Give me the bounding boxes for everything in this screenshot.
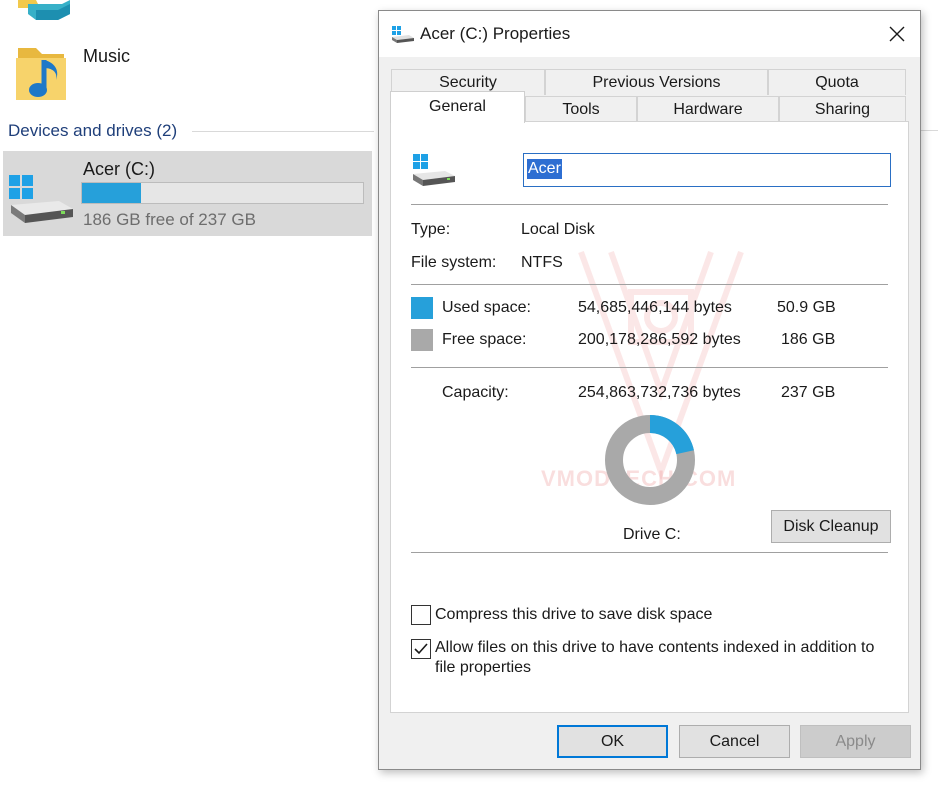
used-space-bytes: 54,685,446,144 bytes — [578, 299, 732, 316]
tab-hardware[interactable]: Hardware — [637, 96, 779, 122]
file-system-value: NTFS — [521, 254, 563, 271]
used-space-gb: 50.9 GB — [777, 299, 836, 316]
capacity-gb: 237 GB — [781, 384, 836, 401]
group-header-divider — [192, 131, 374, 132]
hard-drive-icon — [7, 173, 75, 227]
index-contents-label-line2: file properties — [435, 659, 532, 676]
separator — [411, 552, 888, 553]
drive-large-icon — [411, 152, 457, 190]
separator — [411, 367, 888, 368]
free-space-bytes: 200,178,286,592 bytes — [578, 331, 741, 348]
dialog-title: Acer (C:) Properties — [420, 24, 571, 43]
used-space-swatch — [411, 297, 433, 319]
general-tab-panel: VMODTECH.COM Acer Type: Local Disk File … — [390, 121, 909, 713]
apply-button[interactable]: Apply — [800, 725, 911, 758]
drive-title-icon — [391, 25, 415, 45]
used-space-label: Used space: — [442, 299, 531, 316]
type-label: Type: — [411, 221, 451, 238]
capacity-label: Capacity: — [442, 384, 509, 401]
index-contents-label-line1: Allow files on this drive to have conten… — [435, 639, 875, 656]
drive-free-space-status: 186 GB free of 237 GB — [83, 210, 256, 229]
music-folder-item[interactable]: Music — [8, 36, 308, 106]
separator — [411, 284, 888, 285]
tab-quota[interactable]: Quota — [768, 69, 906, 95]
drive-usage-bar — [81, 182, 364, 204]
type-value: Local Disk — [521, 221, 595, 238]
drive-usage-bar-fill — [82, 183, 141, 203]
drive-properties-dialog: Acer (C:) Properties Security Previous V… — [378, 10, 921, 770]
folder-icon-partial — [18, 0, 70, 20]
cancel-button[interactable]: Cancel — [679, 725, 790, 758]
dialog-titlebar[interactable]: Acer (C:) Properties — [379, 11, 920, 57]
drive-tile-name: Acer (C:) — [83, 159, 155, 179]
ok-button[interactable]: OK — [557, 725, 668, 758]
index-contents-checkbox[interactable] — [411, 639, 431, 659]
divider-line — [920, 130, 938, 131]
file-system-label: File system: — [411, 254, 497, 271]
separator — [411, 204, 888, 205]
tab-tools[interactable]: Tools — [525, 96, 637, 122]
tab-previous-versions[interactable]: Previous Versions — [545, 69, 768, 95]
group-header-label: Devices and drives (2) — [8, 121, 178, 140]
capacity-bytes: 254,863,732,736 bytes — [578, 384, 741, 401]
devices-drives-group-header[interactable]: Devices and drives (2) — [8, 120, 374, 142]
tab-general[interactable]: General — [390, 91, 525, 123]
drive-c-tile[interactable]: Acer (C:) 186 GB free of 237 GB — [3, 151, 372, 236]
compress-drive-label: Compress this drive to save disk space — [435, 606, 713, 623]
free-space-swatch — [411, 329, 433, 351]
drive-name-input[interactable]: Acer — [523, 153, 891, 187]
compress-drive-checkbox[interactable] — [411, 605, 431, 625]
drive-name-value: Acer — [527, 159, 562, 179]
tab-sharing[interactable]: Sharing — [779, 96, 906, 122]
checkmark-icon — [414, 643, 428, 655]
close-icon — [889, 26, 905, 42]
music-folder-icon — [14, 40, 74, 104]
free-space-gb: 186 GB — [781, 331, 836, 348]
close-button[interactable] — [874, 11, 920, 57]
disk-cleanup-button[interactable]: Disk Cleanup — [771, 510, 891, 543]
drive-letter-label: Drive C: — [623, 526, 681, 543]
free-space-label: Free space: — [442, 331, 527, 348]
disk-usage-donut-chart — [605, 415, 695, 505]
music-folder-label: Music — [83, 46, 131, 66]
